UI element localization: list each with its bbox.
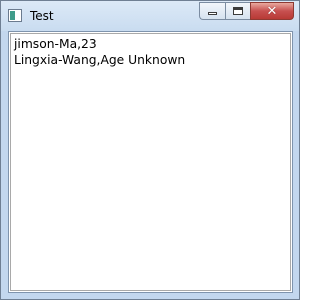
caption-buttons: ✕ bbox=[199, 2, 294, 22]
app-window-icon[interactable] bbox=[8, 9, 22, 22]
window-title: Test bbox=[30, 9, 54, 23]
people-listbox[interactable]: jimson-Ma,23 Lingxia-Wang,Age Unknown bbox=[10, 33, 291, 291]
title-bar[interactable]: Test ✕ bbox=[1, 1, 299, 31]
minimize-icon bbox=[208, 12, 217, 15]
close-icon: ✕ bbox=[266, 3, 278, 19]
list-item[interactable]: jimson-Ma,23 bbox=[11, 36, 290, 52]
maximize-button[interactable] bbox=[225, 2, 250, 20]
minimize-button[interactable] bbox=[199, 2, 225, 20]
maximize-icon bbox=[233, 7, 243, 15]
list-item[interactable]: Lingxia-Wang,Age Unknown bbox=[11, 52, 290, 68]
app-window: Test ✕ jimson-Ma,23 Lingxia-Wang,Age Unk… bbox=[0, 0, 300, 300]
close-button[interactable]: ✕ bbox=[250, 2, 294, 20]
client-area: jimson-Ma,23 Lingxia-Wang,Age Unknown bbox=[8, 31, 293, 293]
